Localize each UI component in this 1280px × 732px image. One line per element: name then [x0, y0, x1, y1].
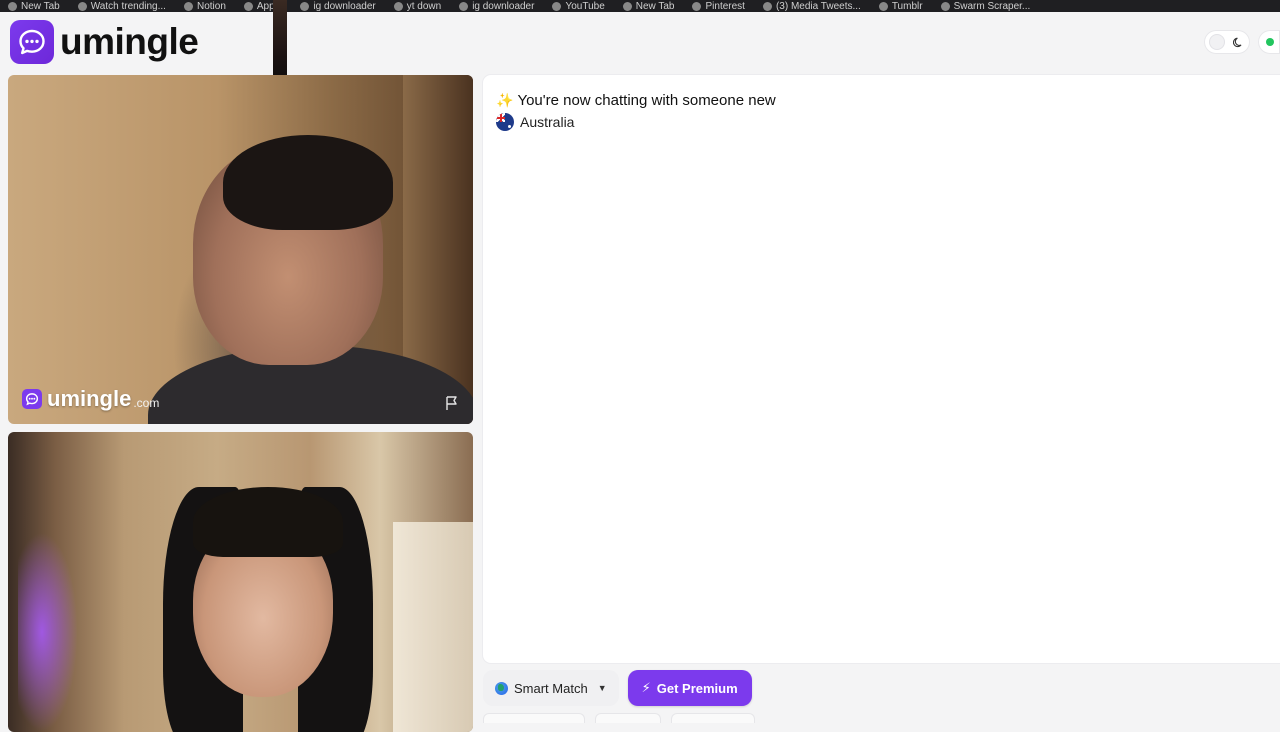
moon-icon [1233, 37, 1242, 47]
bookmark-favicon-icon [300, 2, 310, 11]
bolt-icon: ⚡ [641, 680, 651, 695]
bookmark-item[interactable]: New Tab [622, 2, 674, 12]
notice-text: You're now chatting with someone new [517, 92, 776, 109]
bookmark-item[interactable]: Pinterest [692, 2, 745, 12]
get-premium-label: Get Premium [656, 680, 738, 696]
bookmark-favicon-icon [183, 2, 193, 11]
site-logo[interactable]: umingle [10, 20, 199, 64]
local-video [8, 432, 473, 732]
bookmark-favicon-icon [692, 2, 702, 11]
bookmark-item[interactable]: Watch trending... [77, 2, 166, 12]
chat-bubble-logo-icon [22, 389, 42, 409]
bookmark-item[interactable]: Tumblr [878, 2, 923, 12]
bookmark-favicon-icon [459, 2, 469, 11]
site-header: umingle [0, 12, 1280, 74]
local-video-scene [393, 522, 473, 732]
chat-connected-notice: ✨ You're now chatting with someone new [496, 92, 776, 109]
header-controls [1204, 30, 1280, 54]
flag-icon[interactable] [443, 394, 461, 412]
online-dot-icon [1266, 38, 1274, 46]
browser-bookmarks-bar: New Tab Watch trending... Notion Apple i… [0, 0, 1280, 12]
remote-video-scene [223, 135, 393, 230]
tab-peek[interactable] [671, 713, 755, 723]
toggle-knob [1210, 35, 1224, 49]
bookmark-item[interactable]: New Tab [8, 2, 60, 12]
video-watermark: umingle .com [22, 386, 159, 412]
get-premium-button[interactable]: ⚡ Get Premium [627, 670, 752, 706]
bookmark-favicon-icon [762, 2, 772, 11]
bookmark-favicon-icon [878, 2, 888, 11]
country-name: Australia [520, 114, 575, 130]
tab-peek[interactable] [595, 713, 661, 723]
remote-video: umingle .com [8, 75, 473, 424]
match-controls: Smart Match ▼ ⚡ Get Premium [483, 670, 752, 706]
bookmark-item[interactable]: YouTube [552, 2, 605, 12]
local-video-scene [193, 487, 343, 557]
bookmark-item[interactable]: Notion [183, 2, 226, 12]
bookmark-favicon-icon [243, 2, 253, 11]
partner-country: Australia [496, 113, 574, 131]
smart-match-label: Smart Match [514, 680, 588, 696]
chat-panel: ✨ You're now chatting with someone new A… [483, 75, 1280, 663]
bookmark-favicon-icon [77, 2, 87, 11]
local-video-scene [18, 532, 78, 732]
bookmark-item[interactable]: ig downloader [459, 2, 534, 12]
watermark-tld: .com [133, 396, 160, 410]
online-status [1258, 30, 1280, 54]
bookmark-favicon-icon [552, 2, 562, 11]
bookmark-favicon-icon [622, 2, 632, 11]
bookmark-favicon-icon [393, 2, 403, 11]
bookmark-favicon-icon [940, 2, 950, 11]
chat-bubble-logo-icon [10, 20, 54, 64]
smart-match-dropdown[interactable]: Smart Match ▼ [483, 670, 619, 706]
bookmark-item[interactable]: Swarm Scraper... [940, 2, 1030, 12]
australia-flag-icon [496, 113, 514, 131]
caret-down-icon: ▼ [597, 683, 607, 693]
watermark-text: umingle [47, 386, 132, 411]
tab-peek[interactable] [483, 713, 585, 723]
sparkle-icon: ✨ [496, 92, 514, 108]
logo-wordmark: umingle [60, 21, 199, 62]
theme-toggle[interactable] [1204, 30, 1250, 54]
bottom-tabs-peek [483, 713, 755, 723]
bookmark-item[interactable]: ig downloader [300, 2, 376, 12]
bookmark-favicon-icon [8, 2, 17, 11]
bookmark-item[interactable]: (3) Media Tweets... [762, 2, 861, 12]
bookmark-item[interactable]: yt down [393, 2, 441, 12]
globe-icon [495, 681, 508, 695]
